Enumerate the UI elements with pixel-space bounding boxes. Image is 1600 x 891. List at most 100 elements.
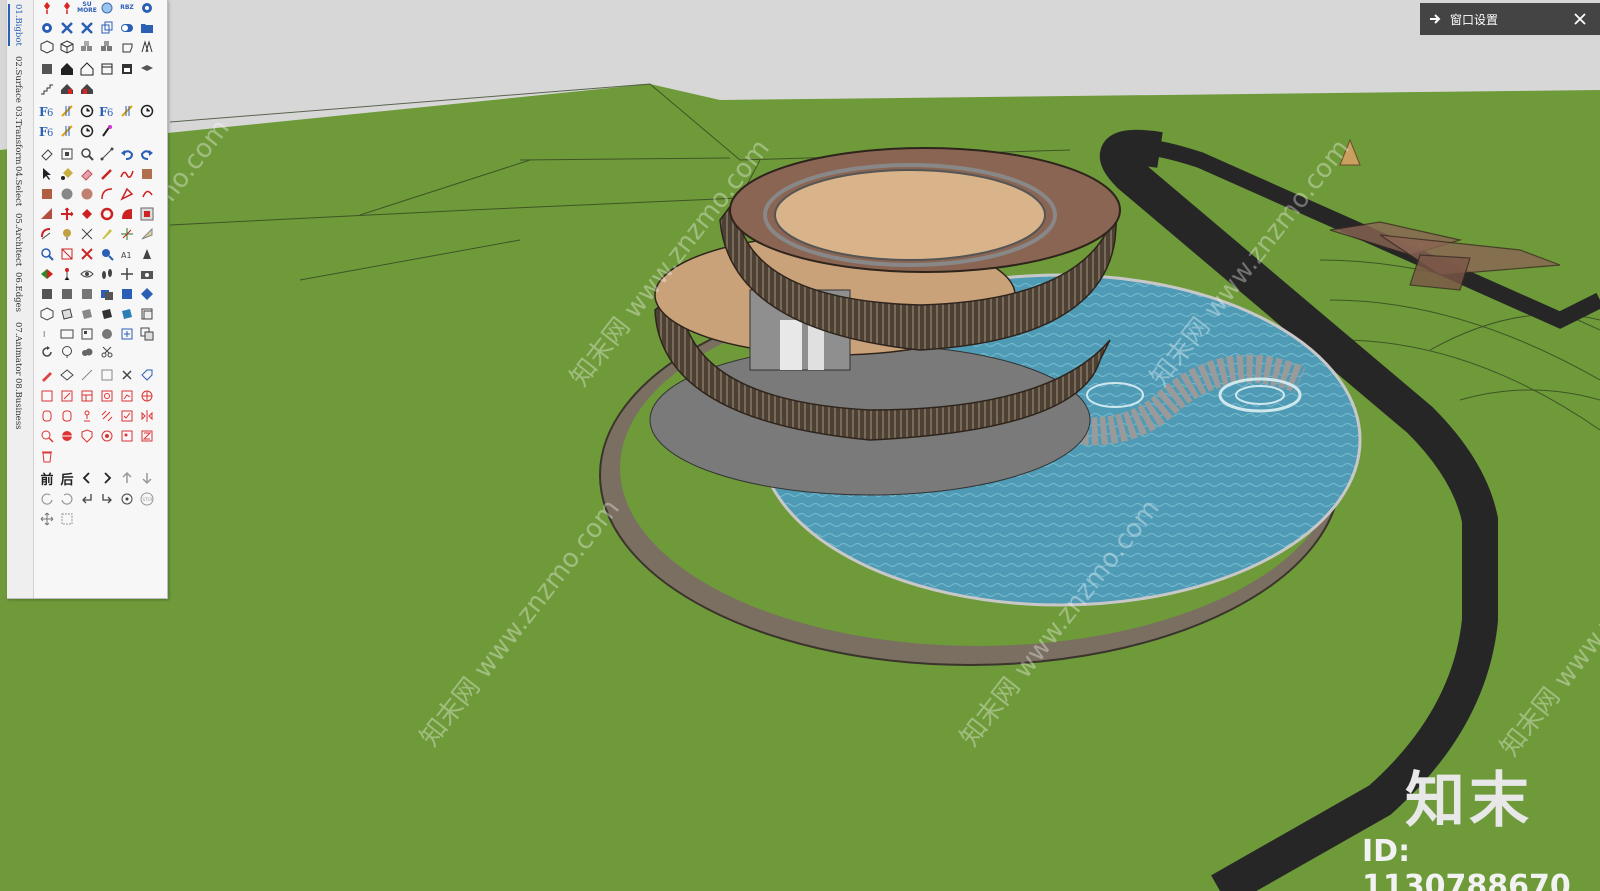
orbit-icon[interactable] (37, 244, 57, 264)
paint-icon[interactable] (97, 121, 117, 141)
sketchup-model-scene[interactable] (0, 0, 1600, 891)
chevron-left-icon[interactable] (77, 468, 97, 488)
box-edit-icon[interactable] (37, 386, 57, 406)
tab-business[interactable]: 08.Business (13, 378, 23, 430)
toggle-icon[interactable] (117, 18, 137, 38)
window-settings-bar[interactable]: 窗口设置 (1420, 3, 1600, 35)
fredo-scale-icon[interactable] (117, 101, 137, 121)
check-icon[interactable] (117, 406, 137, 426)
axes-icon[interactable] (117, 224, 137, 244)
polygon-icon[interactable] (77, 184, 97, 204)
fredo-tools-icon[interactable]: F6 (97, 101, 117, 121)
roof-icon[interactable] (77, 79, 97, 99)
close-x-icon[interactable] (117, 365, 137, 385)
tools-icon[interactable] (77, 18, 97, 38)
scene-icon[interactable] (77, 284, 97, 304)
scale-icon[interactable] (117, 204, 137, 224)
cylinder-icon[interactable] (57, 406, 77, 426)
move-icon[interactable] (57, 204, 77, 224)
arrow-down-icon[interactable] (137, 468, 157, 488)
walk-icon[interactable] (97, 244, 117, 264)
eraser-icon[interactable] (37, 144, 57, 164)
fredo-scale-icon[interactable] (57, 121, 77, 141)
dimension-icon[interactable] (57, 224, 77, 244)
grid-icon[interactable] (77, 324, 97, 344)
z-icon[interactable] (137, 426, 157, 446)
tab-bigbot[interactable]: 01.Bigbot (8, 4, 23, 46)
tab-select[interactable]: 04.Select (13, 166, 23, 206)
fredo-tools-icon[interactable]: F6 (37, 121, 57, 141)
box-icon[interactable] (37, 59, 57, 79)
roof-icon[interactable] (57, 79, 77, 99)
return-right-icon[interactable] (97, 489, 117, 509)
rect-tool-icon[interactable] (37, 184, 57, 204)
pin-icon[interactable] (57, 0, 77, 18)
pin-icon[interactable] (37, 0, 57, 18)
edit-icon[interactable] (57, 386, 77, 406)
image-icon[interactable] (117, 426, 137, 446)
house-icon[interactable] (57, 59, 77, 79)
pie-icon[interactable] (117, 184, 137, 204)
offset-icon[interactable] (137, 204, 157, 224)
group-icon[interactable] (97, 284, 117, 304)
rotate-icon[interactable] (77, 204, 97, 224)
rbz-button[interactable]: RBZ (117, 0, 137, 18)
scene-icon[interactable] (37, 284, 57, 304)
stairs-icon[interactable] (37, 79, 57, 99)
rotate-ccw-icon[interactable] (37, 489, 57, 509)
scissors-icon[interactable] (97, 342, 117, 362)
select-arrow-icon[interactable] (37, 164, 57, 184)
shaded-icon[interactable] (77, 304, 97, 324)
cube-icon[interactable] (37, 37, 57, 57)
tab-transform[interactable]: 03.Transform (13, 106, 23, 165)
arc3-icon[interactable] (137, 184, 157, 204)
stop-icon[interactable]: STOP (137, 489, 157, 509)
cubes-icon[interactable] (77, 37, 97, 57)
fredo-tools-icon[interactable]: F6 (37, 101, 57, 121)
rect-outline-icon[interactable] (57, 324, 77, 344)
gear-icon[interactable] (37, 18, 57, 38)
arc-icon[interactable] (97, 184, 117, 204)
folder-icon[interactable] (137, 18, 157, 38)
return-left-icon[interactable] (77, 489, 97, 509)
lasso-icon[interactable] (57, 342, 77, 362)
fredo-scale-icon[interactable] (57, 101, 77, 121)
position-camera-icon[interactable] (137, 244, 157, 264)
scene-icon[interactable] (57, 284, 77, 304)
footprints-icon[interactable] (97, 264, 117, 284)
freehand-icon[interactable] (117, 164, 137, 184)
arrow-up-icon[interactable] (117, 468, 137, 488)
chevron-right-icon[interactable] (97, 468, 117, 488)
small-text-icon[interactable]: I (37, 324, 57, 344)
cubes-icon[interactable] (97, 37, 117, 57)
undo-icon[interactable] (117, 144, 137, 164)
camera-icon[interactable] (137, 264, 157, 284)
wireframe-icon[interactable] (37, 304, 57, 324)
tape-measure-icon[interactable] (37, 224, 57, 244)
clock-icon[interactable] (77, 121, 97, 141)
window-icon[interactable] (117, 59, 137, 79)
zoom-icon[interactable] (77, 144, 97, 164)
house-outline-icon[interactable] (77, 59, 97, 79)
3d-text-icon[interactable] (137, 224, 157, 244)
zoom-extents-icon[interactable] (57, 144, 77, 164)
link-icon[interactable] (97, 406, 117, 426)
protractor-icon[interactable] (77, 224, 97, 244)
close-icon[interactable] (1572, 11, 1588, 27)
sphere-icon[interactable] (97, 324, 117, 344)
text-icon[interactable] (97, 224, 117, 244)
target-icon[interactable] (97, 426, 117, 446)
tag-icon[interactable] (137, 365, 157, 385)
add-icon[interactable] (117, 324, 137, 344)
redo-icon[interactable] (137, 144, 157, 164)
pencil-icon[interactable] (97, 164, 117, 184)
tab-architect[interactable]: 05.Architect (13, 213, 23, 266)
search-icon[interactable] (97, 0, 117, 18)
globe-icon[interactable] (57, 426, 77, 446)
refresh-icon[interactable] (37, 342, 57, 362)
search-red-icon[interactable] (37, 426, 57, 446)
loop-icon[interactable] (117, 489, 137, 509)
person-icon[interactable] (57, 264, 77, 284)
clock-icon[interactable] (77, 101, 97, 121)
layout-icon[interactable] (77, 386, 97, 406)
